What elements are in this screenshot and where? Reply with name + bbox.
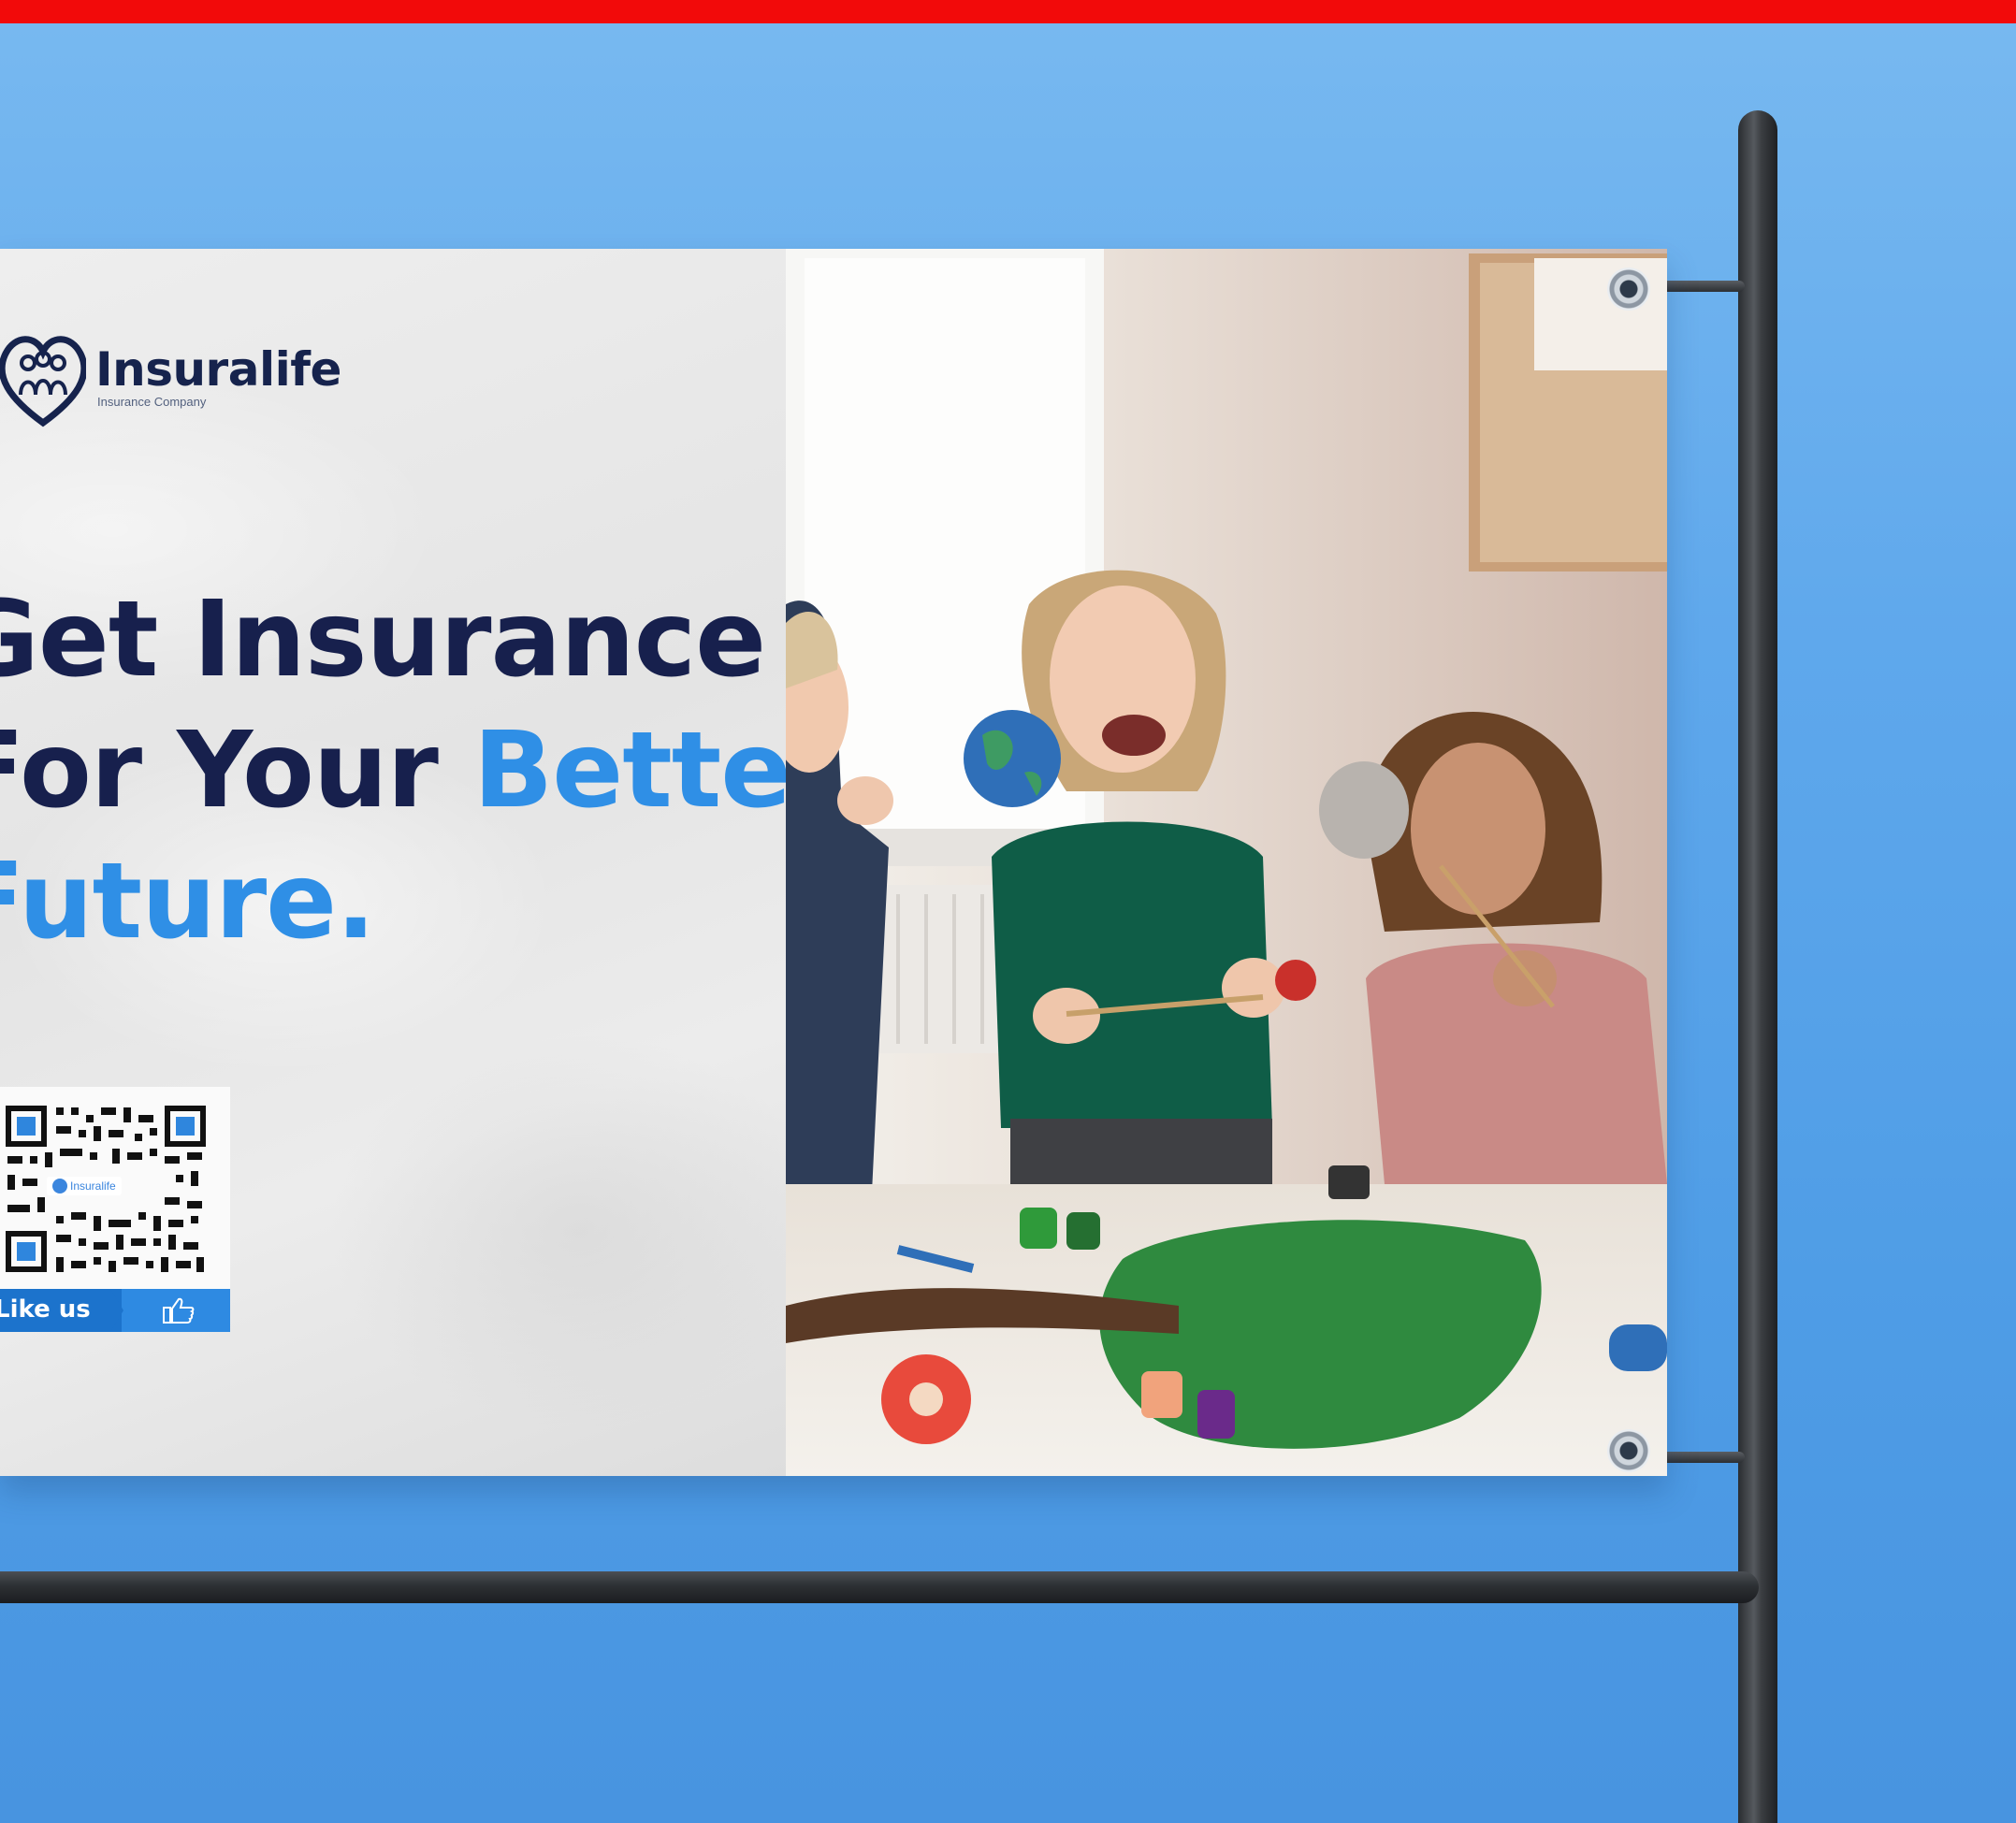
stand-pole xyxy=(1738,110,1777,1823)
banner: Insuralife Insurance Company Get Insuran… xyxy=(0,249,1667,1476)
thumbs-up-icon xyxy=(163,1297,195,1324)
qr-code-card[interactable]: Insuralife xyxy=(0,1087,230,1289)
grommet-bottom xyxy=(1607,1429,1650,1472)
banner-text-panel: Insuralife Insurance Company Get Insuran… xyxy=(0,249,842,1476)
headline-line-2: For Your Better xyxy=(0,705,842,836)
kids-painting-photo xyxy=(786,249,1667,1476)
qr-badge-logo-icon xyxy=(52,1179,67,1194)
brand-name: Insuralife xyxy=(95,341,341,397)
headline-line-1: Get Insurance xyxy=(0,579,766,701)
qr-center-badge: Insuralife xyxy=(47,1177,122,1195)
qr-badge-text: Insuralife xyxy=(70,1179,116,1193)
headline-line-2-main: For Your xyxy=(0,710,473,832)
stand-crossbar xyxy=(0,1571,1759,1603)
brand-logo: Insuralife Insurance Company xyxy=(0,326,341,428)
like-us-bar[interactable]: Like us xyxy=(0,1289,230,1332)
like-us-label: Like us xyxy=(0,1295,91,1324)
headline-line-3: Future. xyxy=(0,841,376,962)
heart-family-logo-icon xyxy=(0,336,86,427)
headline: Get Insurance For Your Better Future. xyxy=(0,574,842,967)
brand-tagline: Insurance Company xyxy=(97,394,207,409)
top-accent-bar xyxy=(0,0,2016,23)
grommet-top xyxy=(1607,268,1650,311)
